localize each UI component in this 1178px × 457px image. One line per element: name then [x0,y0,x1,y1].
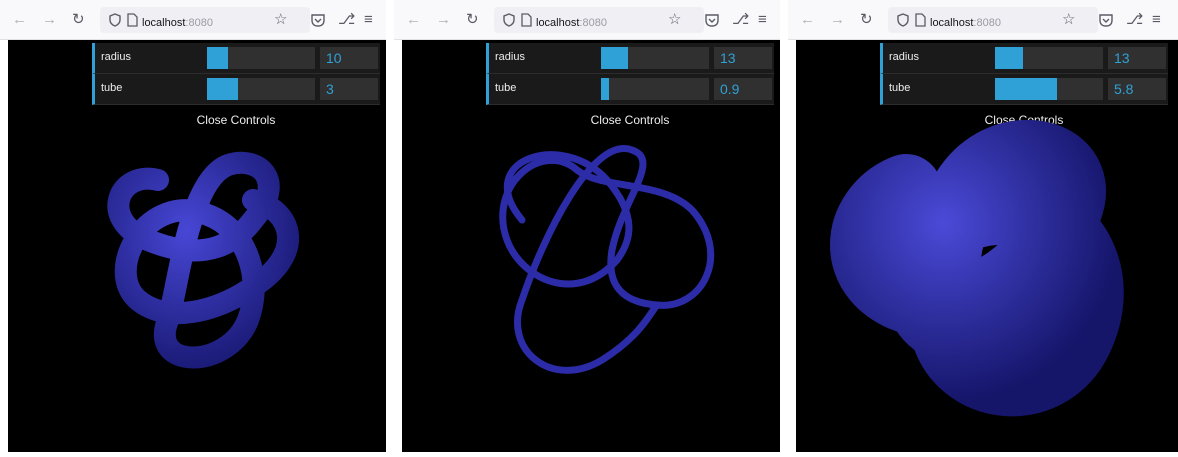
forward-arrow-icon[interactable]: → [830,10,845,30]
shield-icon [503,13,515,27]
reload-icon[interactable]: ↻ [466,10,479,30]
browser-window-1: ← → ↻ localhost:8080 ☆ ⎇ ≡ radius 10 tub… [0,0,386,457]
shield-icon [897,13,909,27]
forward-arrow-icon[interactable]: → [42,10,57,30]
pocket-icon[interactable] [704,12,720,28]
browser-window-2: ← → ↻ localhost:8080 ☆ ⎇ ≡ radius 13 tub… [394,0,780,457]
back-arrow-icon[interactable]: ← [800,10,815,30]
url-text: localhost:8080 [536,17,607,29]
torus-knot [830,119,1124,417]
render-canvas[interactable]: radius 13 tube 0.9 Close Controls [402,40,780,452]
torus-knot [107,151,300,369]
star-icon[interactable]: ☆ [274,10,287,30]
url-text: localhost:8080 [142,17,213,29]
extensions-icon[interactable]: ⎇ [1126,10,1143,30]
forward-arrow-icon[interactable]: → [436,10,451,30]
pocket-icon[interactable] [1098,12,1114,28]
pocket-icon[interactable] [310,12,326,28]
browser-toolbar: ← → ↻ localhost:8080 ☆ ⎇ ≡ [0,0,386,40]
page-icon [521,13,532,27]
menu-icon[interactable]: ≡ [364,10,373,30]
menu-icon[interactable]: ≡ [1152,10,1161,30]
browser-toolbar: ← → ↻ localhost:8080 ☆ ⎇ ≡ [394,0,780,40]
extensions-icon[interactable]: ⎇ [732,10,749,30]
extensions-icon[interactable]: ⎇ [338,10,355,30]
browser-window-3: ← → ↻ localhost:8080 ☆ ⎇ ≡ radius 13 tub… [788,0,1178,457]
browser-toolbar: ← → ↻ localhost:8080 ☆ ⎇ ≡ [788,0,1178,40]
menu-icon[interactable]: ≡ [758,10,767,30]
render-canvas[interactable]: radius 10 tube 3 Close Controls [8,40,386,452]
back-arrow-icon[interactable]: ← [12,10,27,30]
shield-icon [109,13,121,27]
reload-icon[interactable]: ↻ [72,10,85,30]
url-text: localhost:8080 [930,17,1001,29]
star-icon[interactable]: ☆ [668,10,681,30]
back-arrow-icon[interactable]: ← [406,10,421,30]
reload-icon[interactable]: ↻ [860,10,873,30]
star-icon[interactable]: ☆ [1062,10,1075,30]
page-icon [915,13,926,27]
torus-knot [499,145,715,374]
render-canvas[interactable]: radius 13 tube 5.8 Close Controls [796,40,1178,452]
page-icon [127,13,138,27]
